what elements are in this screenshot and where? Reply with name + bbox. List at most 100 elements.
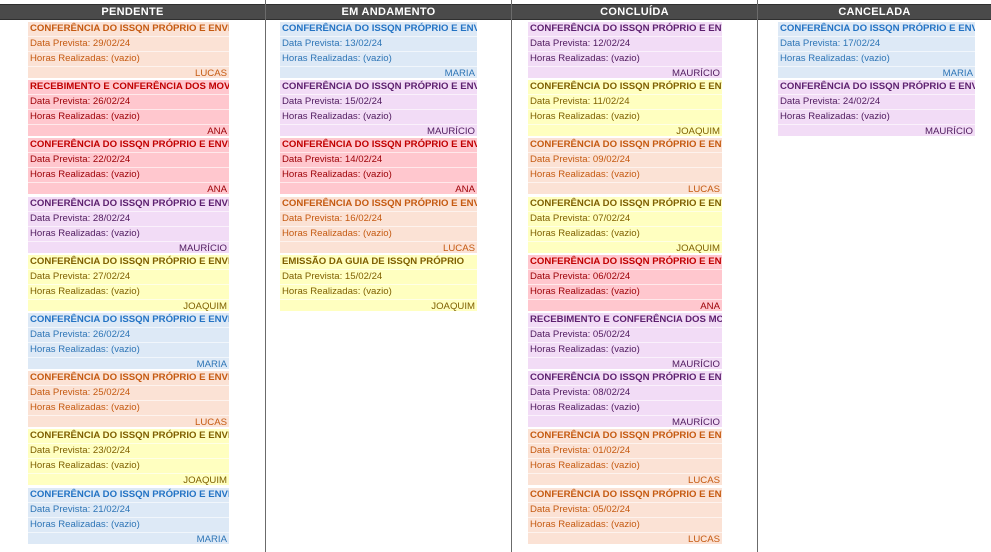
card-owner: JOAQUIM <box>280 298 477 311</box>
task-card[interactable]: RECEBIMENTO E CONFERÊNCIA DOS MOVIMENDat… <box>28 80 230 137</box>
card-due-date: Data Prevista: 12/02/24 <box>528 36 722 51</box>
card-owner: LUCAS <box>528 182 722 194</box>
card-title: CONFERÊNCIA DO ISSQN PRÓPRIO E ENVIO DA <box>530 372 722 384</box>
card-due-date: Data Prevista: 29/02/24 <box>28 36 229 51</box>
task-card[interactable]: CONFERÊNCIA DO ISSQN PRÓPRIO E ENVIO DAD… <box>280 22 478 78</box>
card-hours: Horas Realizadas: (vazio) <box>280 283 477 299</box>
card-owner: JOAQUIM <box>528 124 722 136</box>
task-card[interactable]: CONFERÊNCIA DO ISSQN PRÓPRIO E ENVIO DAD… <box>280 138 478 195</box>
card-hours: Horas Realizadas: (vazio) <box>280 109 477 124</box>
card-owner: MAURÍCIO <box>528 66 722 78</box>
column-pendente: PENDENTE CONFERÊNCIA DO ISSQN PRÓPRIO E … <box>0 0 265 552</box>
card-owner: MARIA <box>778 66 975 78</box>
card-due-date: Data Prevista: 25/02/24 <box>28 385 229 400</box>
card-hours: Horas Realizadas: (vazio) <box>28 516 229 532</box>
card-due-date: Data Prevista: 07/02/24 <box>528 210 722 226</box>
card-due-date: Data Prevista: 21/02/24 <box>28 501 229 517</box>
task-card[interactable]: CONFERÊNCIA DO ISSQN PRÓPRIO E ENVIO DAD… <box>28 254 230 311</box>
card-title: CONFERÊNCIA DO ISSQN PRÓPRIO E ENVIO DA <box>780 81 975 93</box>
card-owner: MARIA <box>280 66 477 78</box>
task-card[interactable]: CONFERÊNCIA DO ISSQN PRÓPRIO E ENVIO DAD… <box>280 80 478 137</box>
card-hours: Horas Realizadas: (vazio) <box>528 283 722 299</box>
card-hours: Horas Realizadas: (vazio) <box>280 51 477 66</box>
card-due-date: Data Prevista: 23/02/24 <box>28 443 229 458</box>
task-card[interactable]: CONFERÊNCIA DO ISSQN PRÓPRIO E ENVIO DAD… <box>280 196 478 253</box>
task-card[interactable]: CONFERÊNCIA DO ISSQN PRÓPRIO E ENVIO DAD… <box>28 487 230 544</box>
task-card[interactable]: CONFERÊNCIA DO ISSQN PRÓPRIO E ENVIO DAD… <box>528 371 723 428</box>
card-title: CONFERÊNCIA DO ISSQN PRÓPRIO E ENVIO DA <box>530 255 722 267</box>
card-title: CONFERÊNCIA DO ISSQN PRÓPRIO E ENVIO DA <box>530 197 722 209</box>
card-due-date: Data Prevista: 24/02/24 <box>778 94 975 109</box>
card-due-date: Data Prevista: 13/02/24 <box>280 36 477 51</box>
task-card[interactable]: CONFERÊNCIA DO ISSQN PRÓPRIO E ENVIO DAD… <box>528 138 723 195</box>
card-hours: Horas Realizadas: (vazio) <box>28 342 229 357</box>
card-owner: ANA <box>28 124 229 136</box>
task-card[interactable]: CONFERÊNCIA DO ISSQN PRÓPRIO E ENVIO DAD… <box>28 429 230 486</box>
card-title: RECEBIMENTO E CONFERÊNCIA DOS MOVIMEN <box>530 314 722 325</box>
card-hours: Horas Realizadas: (vazio) <box>28 225 229 241</box>
card-hours: Horas Realizadas: (vazio) <box>280 225 477 241</box>
card-due-date: Data Prevista: 16/02/24 <box>280 210 477 226</box>
card-title: CONFERÊNCIA DO ISSQN PRÓPRIO E ENVIO DA <box>530 139 722 151</box>
card-due-date: Data Prevista: 15/02/24 <box>280 268 477 284</box>
card-due-date: Data Prevista: 26/02/24 <box>28 94 229 109</box>
card-due-date: Data Prevista: 11/02/24 <box>528 94 722 109</box>
task-card[interactable]: EMISSÃO DA GUIA DE ISSQN PRÓPRIO Data Pre… <box>280 254 478 311</box>
card-title: CONFERÊNCIA DO ISSQN PRÓPRIO E ENVIO DA <box>282 81 477 93</box>
task-card[interactable]: CONFERÊNCIA DO ISSQN PRÓPRIO E ENVIO DAD… <box>528 429 723 486</box>
column-cancelada: CANCELADA CONFERÊNCIA DO ISSQN PRÓPRIO E… <box>757 0 991 552</box>
card-hours: Horas Realizadas: (vazio) <box>528 225 722 241</box>
column-header-em-andamento: EM ANDAMENTO <box>266 4 511 20</box>
card-hours: Horas Realizadas: (vazio) <box>528 458 722 473</box>
card-hours: Horas Realizadas: (vazio) <box>778 51 975 66</box>
card-owner: MARIA <box>28 357 229 369</box>
card-due-date: Data Prevista: 15/02/24 <box>280 94 477 109</box>
card-title: CONFERÊNCIA DO ISSQN PRÓPRIO E ENVIO DA <box>30 372 229 384</box>
task-card[interactable]: CONFERÊNCIA DO ISSQN PRÓPRIO E ENVIO DAD… <box>28 313 230 369</box>
card-title: CONFERÊNCIA DO ISSQN PRÓPRIO E ENVIO DA <box>282 197 477 209</box>
card-owner: LUCAS <box>528 531 722 544</box>
task-card[interactable]: RECEBIMENTO E CONFERÊNCIA DOS MOVIMENDat… <box>528 313 723 369</box>
column-header-cancelada: CANCELADA <box>758 4 991 20</box>
card-hours: Horas Realizadas: (vazio) <box>28 458 229 473</box>
card-title: EMISSÃO DA GUIA DE ISSQN PRÓPRIO <box>282 255 465 267</box>
column-em-andamento: EM ANDAMENTO CONFERÊNCIA DO ISSQN PRÓPRI… <box>265 0 511 552</box>
card-hours: Horas Realizadas: (vazio) <box>528 516 722 532</box>
card-title: CONFERÊNCIA DO ISSQN PRÓPRIO E ENVIO DA <box>30 197 229 209</box>
card-due-date: Data Prevista: 09/02/24 <box>528 152 722 167</box>
card-title: CONFERÊNCIA DO ISSQN PRÓPRIO E ENVIO DA <box>780 23 975 34</box>
card-due-date: Data Prevista: 06/02/24 <box>528 268 722 284</box>
card-hours: Horas Realizadas: (vazio) <box>528 167 722 182</box>
column-header-concluida: CONCLUÍDA <box>512 4 757 20</box>
task-card[interactable]: CONFERÊNCIA DO ISSQN PRÓPRIO E ENVIO DAD… <box>28 196 230 253</box>
card-owner: LUCAS <box>528 473 722 485</box>
card-owner: LUCAS <box>28 66 229 78</box>
card-hours: Horas Realizadas: (vazio) <box>28 283 229 299</box>
card-due-date: Data Prevista: 28/02/24 <box>28 210 229 226</box>
card-owner: MAURÍCIO <box>28 240 229 253</box>
task-card[interactable]: CONFERÊNCIA DO ISSQN PRÓPRIO E ENVIO DAD… <box>528 196 723 253</box>
card-title: CONFERÊNCIA DO ISSQN PRÓPRIO E ENVIO DA <box>30 23 229 34</box>
task-card[interactable]: CONFERÊNCIA DO ISSQN PRÓPRIO E ENVIO DAD… <box>28 371 230 428</box>
card-due-date: Data Prevista: 17/02/24 <box>778 36 975 51</box>
card-due-date: Data Prevista: 22/02/24 <box>28 152 229 167</box>
card-owner: JOAQUIM <box>528 240 722 253</box>
card-hours: Horas Realizadas: (vazio) <box>528 51 722 66</box>
task-card[interactable]: CONFERÊNCIA DO ISSQN PRÓPRIO E ENVIO DAD… <box>778 80 976 137</box>
task-card[interactable]: CONFERÊNCIA DO ISSQN PRÓPRIO E ENVIO DA D… <box>778 22 976 78</box>
task-card[interactable]: CONFERÊNCIA DO ISSQN PRÓPRIO E ENVIO DAD… <box>528 80 723 137</box>
card-due-date: Data Prevista: 27/02/24 <box>28 268 229 284</box>
card-title: CONFERÊNCIA DO ISSQN PRÓPRIO E ENVIO DA <box>530 488 722 500</box>
column-concluida: CONCLUÍDA CONFERÊNCIA DO ISSQN PRÓPRIO E… <box>511 0 757 552</box>
task-card[interactable]: CONFERÊNCIA DO ISSQN PRÓPRIO E ENVIO DA D… <box>28 22 230 78</box>
card-title: CONFERÊNCIA DO ISSQN PRÓPRIO E ENVIO DA <box>530 81 722 93</box>
card-owner: MAURÍCIO <box>528 357 722 369</box>
task-card[interactable]: CONFERÊNCIA DO ISSQN PRÓPRIO E ENVIO DAD… <box>28 138 230 195</box>
task-card[interactable]: CONFERÊNCIA DO ISSQN PRÓPRIO E ENVIO DAD… <box>528 487 723 544</box>
column-header-pendente: PENDENTE <box>0 4 265 20</box>
card-title: CONFERÊNCIA DO ISSQN PRÓPRIO E ENVIO DA <box>30 314 229 325</box>
task-card[interactable]: CONFERÊNCIA DO ISSQN PRÓPRIO E ENVIO DAD… <box>528 22 723 78</box>
card-owner: ANA <box>28 182 229 194</box>
card-title: RECEBIMENTO E CONFERÊNCIA DOS MOVIMEN <box>30 81 229 93</box>
task-card[interactable]: CONFERÊNCIA DO ISSQN PRÓPRIO E ENVIO DAD… <box>528 254 723 311</box>
